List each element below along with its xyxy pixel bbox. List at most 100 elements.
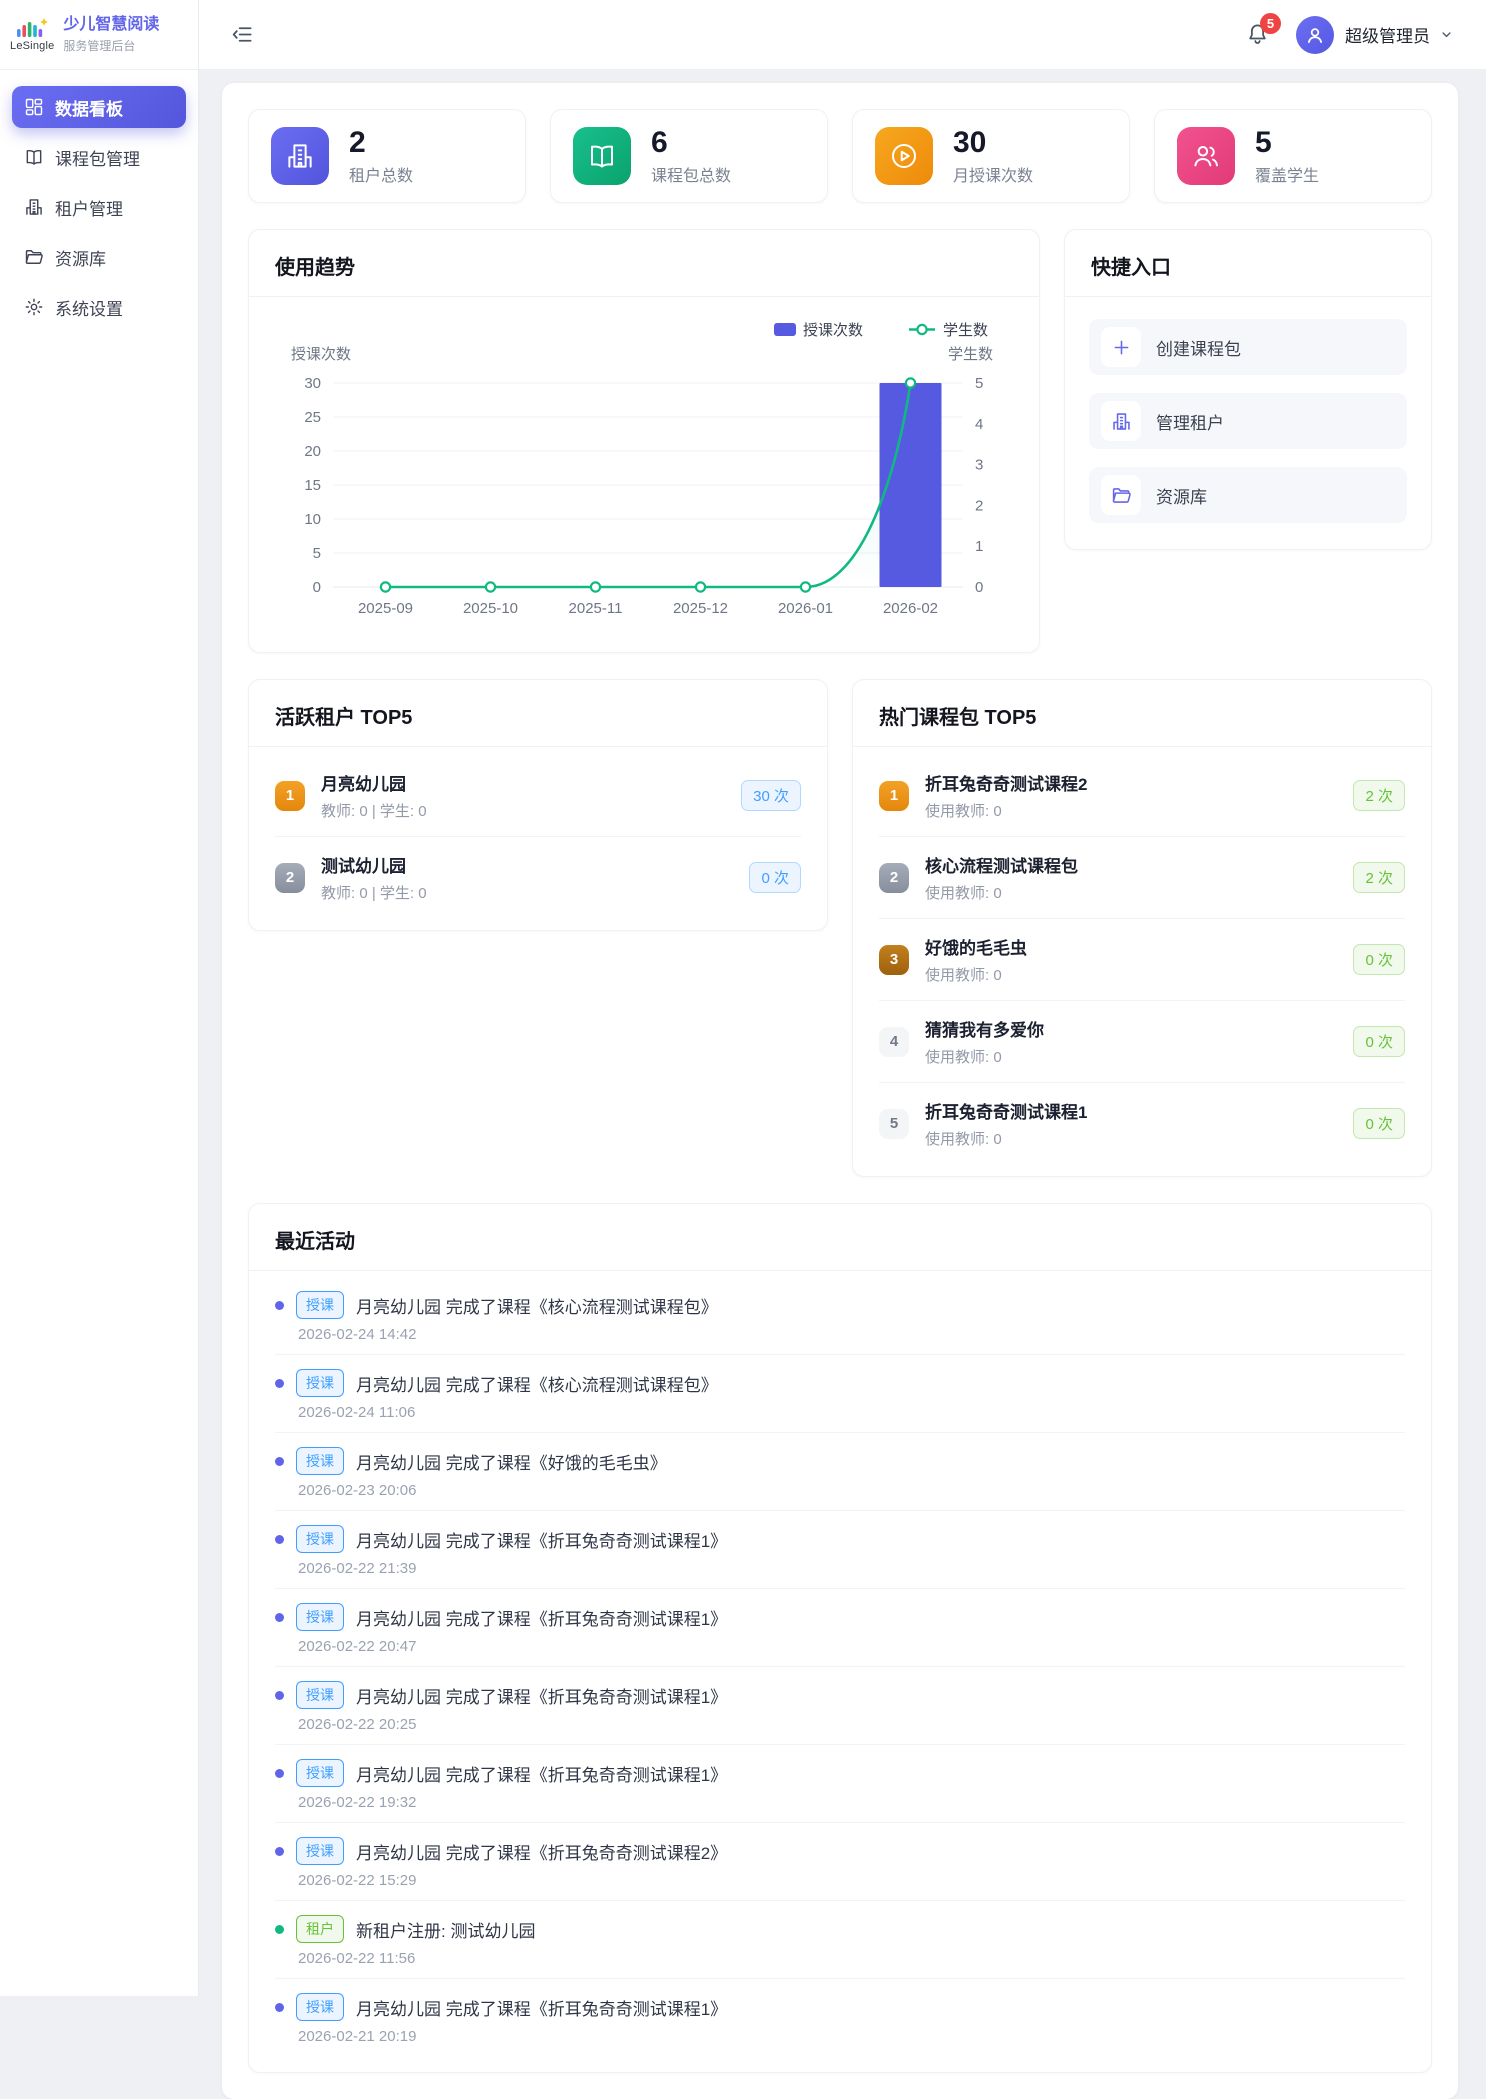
quick-entry-label: 管理租户: [1156, 409, 1224, 434]
top-list-item: 1 月亮幼儿园 教师: 0 | 学生: 0 30 次: [275, 755, 801, 837]
quick-entry-manage-tenants[interactable]: 管理租户: [1089, 393, 1407, 449]
sidebar-item-course-packages[interactable]: 课程包管理: [12, 136, 186, 178]
activity-dot: [275, 1847, 284, 1856]
book-icon: [24, 147, 44, 167]
stat-card-package-total: 6 课程包总数: [550, 109, 828, 203]
sidebar-collapse-button[interactable]: [231, 23, 254, 46]
sidebar-item-resources[interactable]: 资源库: [12, 236, 186, 278]
x-axis-label: 2025-11: [569, 600, 623, 617]
top-list-item: 3 好饿的毛毛虫 使用教师: 0 0 次: [879, 919, 1405, 1001]
activity-type-badge: 授课: [296, 1603, 344, 1631]
fold-icon: [231, 23, 254, 46]
top-list-item: 2 核心流程测试课程包 使用教师: 0 2 次: [879, 837, 1405, 919]
activity-type-badge: 授课: [296, 1447, 344, 1475]
usage-trend-title: 使用趋势: [275, 257, 355, 279]
activity-dot: [275, 1769, 284, 1778]
notification-bell-button[interactable]: 5: [1245, 22, 1270, 47]
book-icon: [587, 141, 617, 171]
hot-packages-list: 1 折耳兔奇奇测试课程2 使用教师: 0 2 次 2 核心流程测试课程包 使用教…: [853, 747, 1431, 1176]
quick-entry-resource-library[interactable]: 资源库: [1089, 467, 1407, 523]
logo-mark: LeSingle: [10, 17, 54, 52]
active-tenants-list: 1 月亮幼儿园 教师: 0 | 学生: 0 30 次 2 测试幼儿园 教师: 0…: [249, 747, 827, 930]
quick-entry-list: 创建课程包 管理租户 资源库: [1065, 297, 1431, 549]
x-axis-label: 2025-10: [463, 600, 518, 617]
app-logo: LeSingle 少儿智慧阅读 服务管理后台: [0, 0, 198, 70]
logo-text: LeSingle: [10, 40, 54, 52]
sidebar-nav: 数据看板 课程包管理 租户管理 资源库 系统设置: [0, 70, 198, 328]
activity-type-badge: 授课: [296, 1525, 344, 1553]
right-axis-tick: 5: [975, 375, 983, 392]
top-item-name: 折耳兔奇奇测试课程1: [925, 1098, 1337, 1123]
top-item-name: 折耳兔奇奇测试课程2: [925, 770, 1337, 795]
chevron-down-icon[interactable]: [1439, 27, 1454, 42]
user-avatar[interactable]: [1296, 16, 1334, 54]
dashboard-icon: [24, 97, 44, 117]
usage-trend-header: 使用趋势: [249, 230, 1039, 297]
activity-text: 月亮幼儿园 完成了课程《核心流程测试课程包》: [356, 1371, 718, 1396]
rank-badge: 4: [879, 1027, 909, 1057]
activity-text: 月亮幼儿园 完成了课程《折耳兔奇奇测试课程1》: [356, 1605, 727, 1630]
stat-label: 租户总数: [349, 162, 413, 186]
right-axis-tick: 3: [975, 457, 983, 474]
activity-dot: [275, 1925, 284, 1934]
activity-text: 月亮幼儿园 完成了课程《折耳兔奇奇测试课程1》: [356, 1995, 727, 2020]
stat-icon-wrap: [573, 127, 631, 185]
activity-text: 月亮幼儿园 完成了课程《好饿的毛毛虫》: [356, 1449, 667, 1474]
recent-activity-list: 授课 月亮幼儿园 完成了课程《核心流程测试课程包》 2026-02-24 14:…: [249, 1271, 1431, 2072]
activity-dot: [275, 1691, 284, 1700]
logo-bars-icon: [14, 17, 50, 39]
left-axis-title: 授课次数: [291, 346, 351, 363]
sidebar-item-dashboard[interactable]: 数据看板: [12, 86, 186, 128]
activity-timestamp: 2026-02-21 20:19: [298, 2028, 1405, 2045]
activity-item: 授课 月亮幼儿园 完成了课程《折耳兔奇奇测试课程1》 2026-02-22 20…: [275, 1589, 1405, 1667]
stat-card-students-covered: 5 覆盖学生: [1154, 109, 1432, 203]
top-item-sub: 使用教师: 0: [925, 882, 1337, 903]
users-icon: [1191, 141, 1221, 171]
sidebar-item-label: 课程包管理: [55, 145, 140, 170]
left-axis-tick: 25: [304, 409, 321, 426]
app-subtitle: 服务管理后台: [63, 37, 159, 54]
quick-entry-label: 资源库: [1156, 483, 1207, 508]
activity-item: 授课 月亮幼儿园 完成了课程《折耳兔奇奇测试课程1》 2026-02-22 19…: [275, 1745, 1405, 1823]
sidebar-item-label: 租户管理: [55, 195, 123, 220]
activity-type-badge: 租户: [296, 1915, 344, 1943]
sidebar-item-settings[interactable]: 系统设置: [12, 286, 186, 328]
sidebar-item-tenants[interactable]: 租户管理: [12, 186, 186, 228]
left-axis-tick: 0: [313, 579, 321, 596]
quick-entry-header: 快捷入口: [1065, 230, 1431, 297]
top-item-sub: 使用教师: 0: [925, 1046, 1337, 1067]
building-icon: [1111, 411, 1132, 432]
recent-activity-card: 最近活动 授课 月亮幼儿园 完成了课程《核心流程测试课程包》 2026-02-2…: [248, 1203, 1432, 2073]
stat-card-tenant-total: 2 租户总数: [248, 109, 526, 203]
folder-icon: [1111, 485, 1132, 506]
count-badge: 0 次: [1353, 1026, 1405, 1057]
left-axis-tick: 15: [304, 477, 321, 494]
line-point-2025-09: [381, 582, 390, 591]
hot-packages-header: 热门课程包 TOP5: [853, 680, 1431, 747]
line-point-2025-12: [696, 582, 705, 591]
count-badge: 0 次: [1353, 1108, 1405, 1139]
notification-count-badge: 5: [1260, 13, 1281, 34]
right-axis-tick: 2: [975, 497, 983, 514]
activity-dot: [275, 1301, 284, 1310]
quick-entry-label: 创建课程包: [1156, 335, 1241, 360]
stat-card-monthly-lessons: 30 月授课次数: [852, 109, 1130, 203]
trend-chart-svg: 302520151050543210授课次数学生数 授课次数 学生数2025-0…: [269, 303, 1021, 637]
activity-item: 授课 月亮幼儿园 完成了课程《折耳兔奇奇测试课程1》 2026-02-22 21…: [275, 1511, 1405, 1589]
right-axis-tick: 1: [975, 538, 983, 555]
top-item-name: 月亮幼儿园: [321, 770, 725, 795]
rank-badge: 5: [879, 1109, 909, 1139]
x-axis-label: 2025-09: [358, 600, 413, 617]
activity-timestamp: 2026-02-22 21:39: [298, 1560, 1405, 1577]
activity-item: 授课 月亮幼儿园 完成了课程《折耳兔奇奇测试课程2》 2026-02-22 15…: [275, 1823, 1405, 1901]
gear-icon: [24, 297, 44, 317]
rank-badge: 1: [879, 781, 909, 811]
top-item-name: 好饿的毛毛虫: [925, 934, 1337, 959]
recent-activity-title: 最近活动: [275, 1231, 355, 1253]
recent-activity-header: 最近活动: [249, 1204, 1431, 1271]
person-icon: [1304, 24, 1326, 46]
user-name[interactable]: 超级管理员: [1345, 22, 1430, 47]
x-axis-label: 2025-12: [673, 600, 728, 617]
usage-trend-chart: 302520151050543210授课次数学生数 授课次数 学生数2025-0…: [249, 297, 1039, 652]
quick-entry-create-package[interactable]: 创建课程包: [1089, 319, 1407, 375]
